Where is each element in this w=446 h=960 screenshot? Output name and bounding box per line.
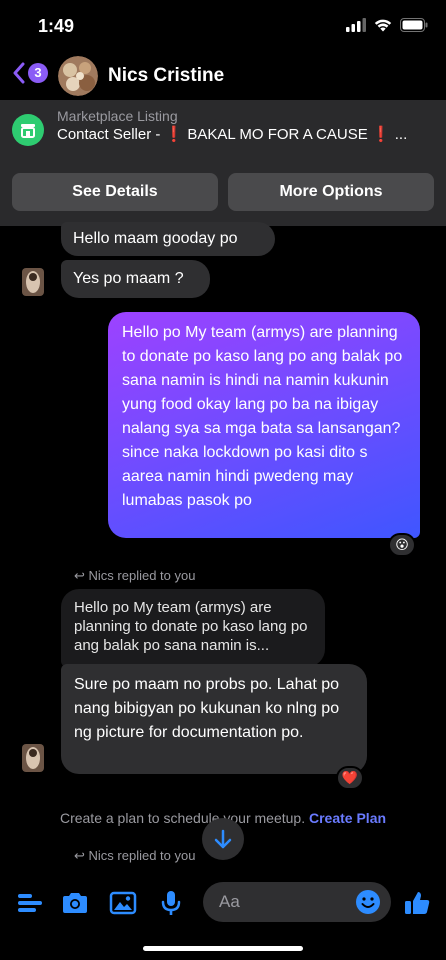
- microphone-icon: [161, 891, 181, 915]
- reply-indicator: ↩ Nics replied to you: [74, 848, 195, 864]
- status-icons: [346, 18, 428, 32]
- reply-indicator: ↩ Nics replied to you: [74, 568, 195, 584]
- listing-title-body: BAKAL MO FOR A CAUSE: [183, 126, 372, 143]
- heart-reaction-icon[interactable]: ❤️: [336, 766, 364, 790]
- plan-text: Create a plan to schedule your meetup.: [59, 810, 309, 826]
- listing-title-prefix: Contact Seller -: [57, 126, 165, 143]
- image-icon: [109, 891, 137, 915]
- sender-avatar: [22, 268, 44, 296]
- listing-title-suffix: ...: [390, 126, 408, 143]
- menu-button[interactable]: [16, 888, 46, 918]
- emoji-icon[interactable]: [355, 889, 381, 915]
- marketplace-store-icon: [12, 114, 44, 146]
- chevron-left-icon: [13, 62, 25, 84]
- avatar-image: [58, 56, 98, 96]
- listing-label: Marketplace Listing: [57, 108, 178, 124]
- create-plan-link[interactable]: Create Plan: [309, 810, 386, 826]
- exclamation-icon: ❗: [371, 126, 391, 143]
- signal-icon: [346, 18, 366, 32]
- reply-arrow-icon: ↩: [74, 568, 89, 583]
- exclamation-icon: ❗: [164, 126, 184, 143]
- contact-name[interactable]: Nics Cristine: [108, 65, 224, 87]
- reply-label-text: Nics replied to you: [88, 568, 196, 583]
- battery-icon: [400, 18, 428, 32]
- quoted-message[interactable]: Hello po My team (armys) are planning to…: [61, 589, 325, 667]
- like-button[interactable]: [402, 888, 432, 918]
- incoming-message[interactable]: Hello maam gooday po: [61, 222, 275, 256]
- contact-avatar[interactable]: [58, 56, 98, 96]
- see-details-button[interactable]: See Details: [12, 173, 218, 211]
- camera-icon: [63, 893, 87, 913]
- wifi-icon: [374, 19, 392, 32]
- voice-button[interactable]: [156, 888, 186, 918]
- surprised-reaction-icon[interactable]: 😮: [388, 533, 416, 557]
- reply-arrow-icon: ↩: [74, 848, 89, 863]
- more-options-button[interactable]: More Options: [228, 173, 434, 211]
- menu-icon: [18, 894, 42, 912]
- incoming-message[interactable]: Yes po maam ?: [61, 260, 210, 298]
- home-indicator: [143, 946, 303, 951]
- status-bar: 1:49: [0, 0, 446, 52]
- reply-label-text: Nics replied to you: [88, 848, 196, 863]
- sender-avatar: [22, 744, 44, 772]
- conversation-header: 3 Nics Cristine: [0, 52, 446, 98]
- scroll-to-bottom-button[interactable]: [202, 818, 244, 860]
- message-input-placeholder: Aa: [219, 892, 240, 911]
- message-input[interactable]: Aa: [203, 882, 391, 922]
- incoming-message[interactable]: Sure po maam no probs po. Lahat po nang …: [61, 664, 367, 774]
- unread-count-badge: 3: [28, 63, 48, 83]
- composer-bar: Aa: [0, 876, 446, 936]
- gallery-button[interactable]: [108, 888, 138, 918]
- listing-title[interactable]: Contact Seller - ❗ BAKAL MO FOR A CAUSE …: [57, 125, 407, 143]
- marketplace-listing-panel: Marketplace Listing Contact Seller - ❗ B…: [0, 100, 446, 226]
- status-time: 1:49: [38, 16, 75, 36]
- thumbs-up-icon: [405, 892, 430, 914]
- outgoing-message[interactable]: Hello po My team (armys) are planning to…: [108, 312, 420, 538]
- arrow-down-icon: [214, 829, 232, 849]
- back-button[interactable]: 3: [12, 62, 48, 84]
- camera-button[interactable]: [60, 888, 90, 918]
